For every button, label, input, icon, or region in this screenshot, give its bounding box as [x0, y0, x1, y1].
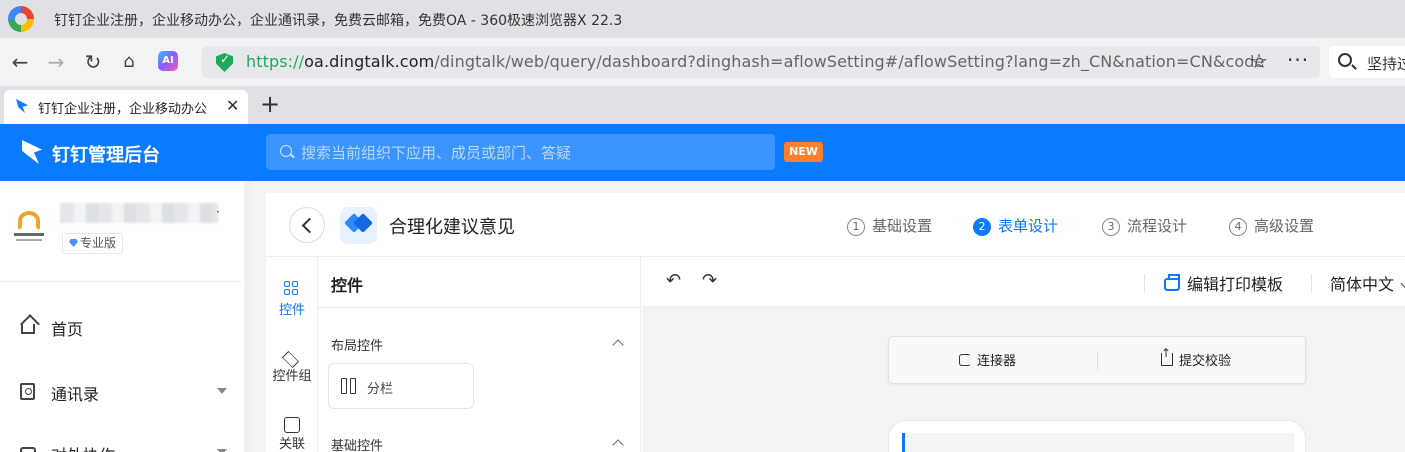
form-field-placeholder[interactable] — [902, 433, 1294, 452]
panel-title: 控件 — [331, 276, 364, 295]
browser-tab[interactable]: 钉钉企业注册，企业移动办公 ✕ — [4, 90, 248, 124]
url-text[interactable]: https://oa.dingtalk.com/dingtalk/web/que… — [246, 52, 1264, 71]
phone-preview — [888, 420, 1306, 452]
toolbar-separator — [1144, 274, 1145, 292]
sidebar-item-label: 对外协作 — [51, 442, 115, 452]
form-title: 合理化建议意见 — [389, 217, 515, 238]
connector-icon — [959, 354, 971, 366]
sidebar-item-home[interactable]: 首页 — [0, 307, 242, 347]
admin-title: 钉钉管理后台 — [52, 145, 160, 166]
rail-label: 控件组 — [272, 369, 312, 384]
rail-item-relations[interactable]: 关联 — [266, 399, 318, 452]
step-basic-settings[interactable]: 1 基础设置 — [847, 215, 932, 236]
home-icon[interactable]: ⌂ — [117, 50, 141, 74]
diamond-icon — [69, 239, 78, 247]
widget-columns[interactable]: 分栏 — [328, 363, 474, 409]
rail-label: 控件 — [278, 303, 305, 318]
sidebar-item-label: 通讯录 — [51, 385, 100, 404]
canvas-toolbar: ↶ ↷ 编辑打印模板 简体中文 — [642, 257, 1405, 307]
grid-icon — [284, 281, 299, 296]
window-title: 钉钉企业注册，企业移动办公，企业通讯录，免费云邮箱，免费OA - 360极速浏览… — [54, 13, 623, 29]
sidebar-item-label: 首页 — [51, 320, 84, 339]
global-search-placeholder: 搜索当前组织下应用、成员或部门、答疑 — [301, 144, 572, 162]
ai-assistant-button[interactable]: AI — [158, 51, 178, 71]
edition-label: 专业版 — [80, 236, 117, 250]
org-name-suffix: · — [216, 205, 220, 219]
sidebar-divider — [0, 281, 242, 282]
back-icon[interactable]: ← — [8, 50, 32, 74]
new-tab-button[interactable]: + — [260, 92, 280, 116]
group-title-basic[interactable]: 基础控件 — [331, 435, 383, 452]
external-icon — [20, 447, 36, 452]
dingtalk-favicon-icon — [16, 99, 28, 113]
browser-search-text: 坚持过 — [1367, 55, 1405, 73]
rail-label: 关联 — [278, 437, 305, 452]
browser-logo-icon — [8, 6, 34, 32]
undo-icon[interactable]: ↶ — [666, 270, 681, 291]
sidebar-item-external[interactable]: 对外协作 — [0, 433, 242, 452]
tab-strip: 钉钉企业注册，企业移动办公 ✕ + — [0, 86, 1405, 124]
chevron-up-icon[interactable] — [612, 339, 624, 351]
action-separator — [1097, 352, 1098, 370]
back-button[interactable] — [289, 207, 325, 243]
browser-titlebar: 钉钉企业注册，企业移动办公，企业通讯录，免费云邮箱，免费OA - 360极速浏览… — [0, 0, 1405, 38]
global-search-input[interactable]: 搜索当前组织下应用、成员或部门、答疑 — [266, 134, 775, 170]
edit-print-template-button[interactable]: 编辑打印模板 — [1164, 271, 1283, 294]
forward-icon[interactable]: → — [44, 50, 68, 74]
security-shield-icon[interactable] — [216, 53, 233, 72]
redo-icon[interactable]: ↷ — [702, 270, 717, 291]
canvas-action-bar: 连接器 提交校验 — [888, 336, 1306, 384]
sidebar-item-contacts[interactable]: 通讯录 — [0, 372, 242, 412]
step-advanced-settings[interactable]: 4 高级设置 — [1229, 215, 1314, 236]
browser-search-box[interactable]: 坚持过 — [1329, 46, 1405, 78]
step-form-design[interactable]: 2 表单设计 — [973, 215, 1058, 236]
form-designer: 合理化建议意见 1 基础设置 2 表单设计 3 流程设计 4 高级设置 控件 控件组 关… — [266, 193, 1405, 452]
home-icon — [21, 324, 35, 334]
chevron-up-icon[interactable] — [612, 439, 624, 451]
panel-divider — [318, 307, 641, 308]
sidebar-scrollbar[interactable] — [244, 181, 253, 452]
more-icon[interactable]: ··· — [1287, 48, 1309, 72]
form-app-icon — [340, 207, 377, 244]
language-select[interactable]: 简体中文 — [1330, 271, 1405, 295]
close-icon[interactable]: ✕ — [226, 96, 239, 115]
form-canvas: ↶ ↷ 编辑打印模板 简体中文 连接器 提交校验 — [642, 257, 1405, 452]
browser-navbar: ← → ↻ ⌂ AI https://oa.dingtalk.com/dingt… — [0, 38, 1405, 86]
contacts-icon — [20, 383, 35, 400]
star-icon[interactable]: ☆ — [1250, 49, 1268, 73]
step-flow-design[interactable]: 3 流程设计 — [1102, 215, 1187, 236]
search-icon — [280, 145, 292, 157]
printer-icon — [1164, 274, 1180, 291]
widget-rail: 控件 控件组 关联 — [266, 257, 318, 452]
submit-check-button[interactable]: 提交校验 — [1161, 346, 1231, 369]
widget-label: 分栏 — [367, 382, 394, 397]
search-icon — [1338, 53, 1352, 67]
connector-button[interactable]: 连接器 — [959, 350, 1016, 369]
url-host: oa.dingtalk.com — [304, 52, 435, 71]
toolbar-separator — [1311, 274, 1312, 292]
address-bar[interactable]: https://oa.dingtalk.com/dingtalk/web/que… — [202, 46, 1320, 78]
dingtalk-logo-icon — [22, 140, 42, 164]
chevron-down-icon — [217, 388, 227, 394]
columns-icon — [341, 378, 357, 394]
tab-title: 钉钉企业注册，企业移动办公 — [38, 102, 208, 117]
group-title-layout[interactable]: 布局控件 — [331, 335, 383, 354]
chevron-down-icon — [1400, 278, 1405, 289]
upload-icon — [1161, 346, 1173, 366]
org-logo — [14, 211, 44, 247]
reload-icon[interactable]: ↻ — [81, 50, 105, 74]
new-badge: NEW — [784, 142, 823, 162]
org-name-redacted[interactable] — [60, 203, 218, 223]
rail-item-widgets[interactable]: 控件 — [266, 271, 318, 323]
admin-header: 钉钉管理后台 搜索当前组织下应用、成员或部门、答疑 NEW — [0, 124, 1405, 181]
widget-panel: 控件 布局控件 分栏 基础控件 — [318, 257, 641, 452]
rail-item-widget-groups[interactable]: 控件组 — [266, 337, 318, 389]
admin-sidebar: · 专业版 首页 通讯录 对外协作 — [0, 181, 253, 452]
url-protocol: https:// — [246, 52, 305, 71]
link-icon — [284, 417, 300, 433]
edition-badge: 专业版 — [62, 233, 124, 254]
url-path: /dingtalk/web/query/dashboard?dinghash=a… — [434, 52, 1265, 71]
